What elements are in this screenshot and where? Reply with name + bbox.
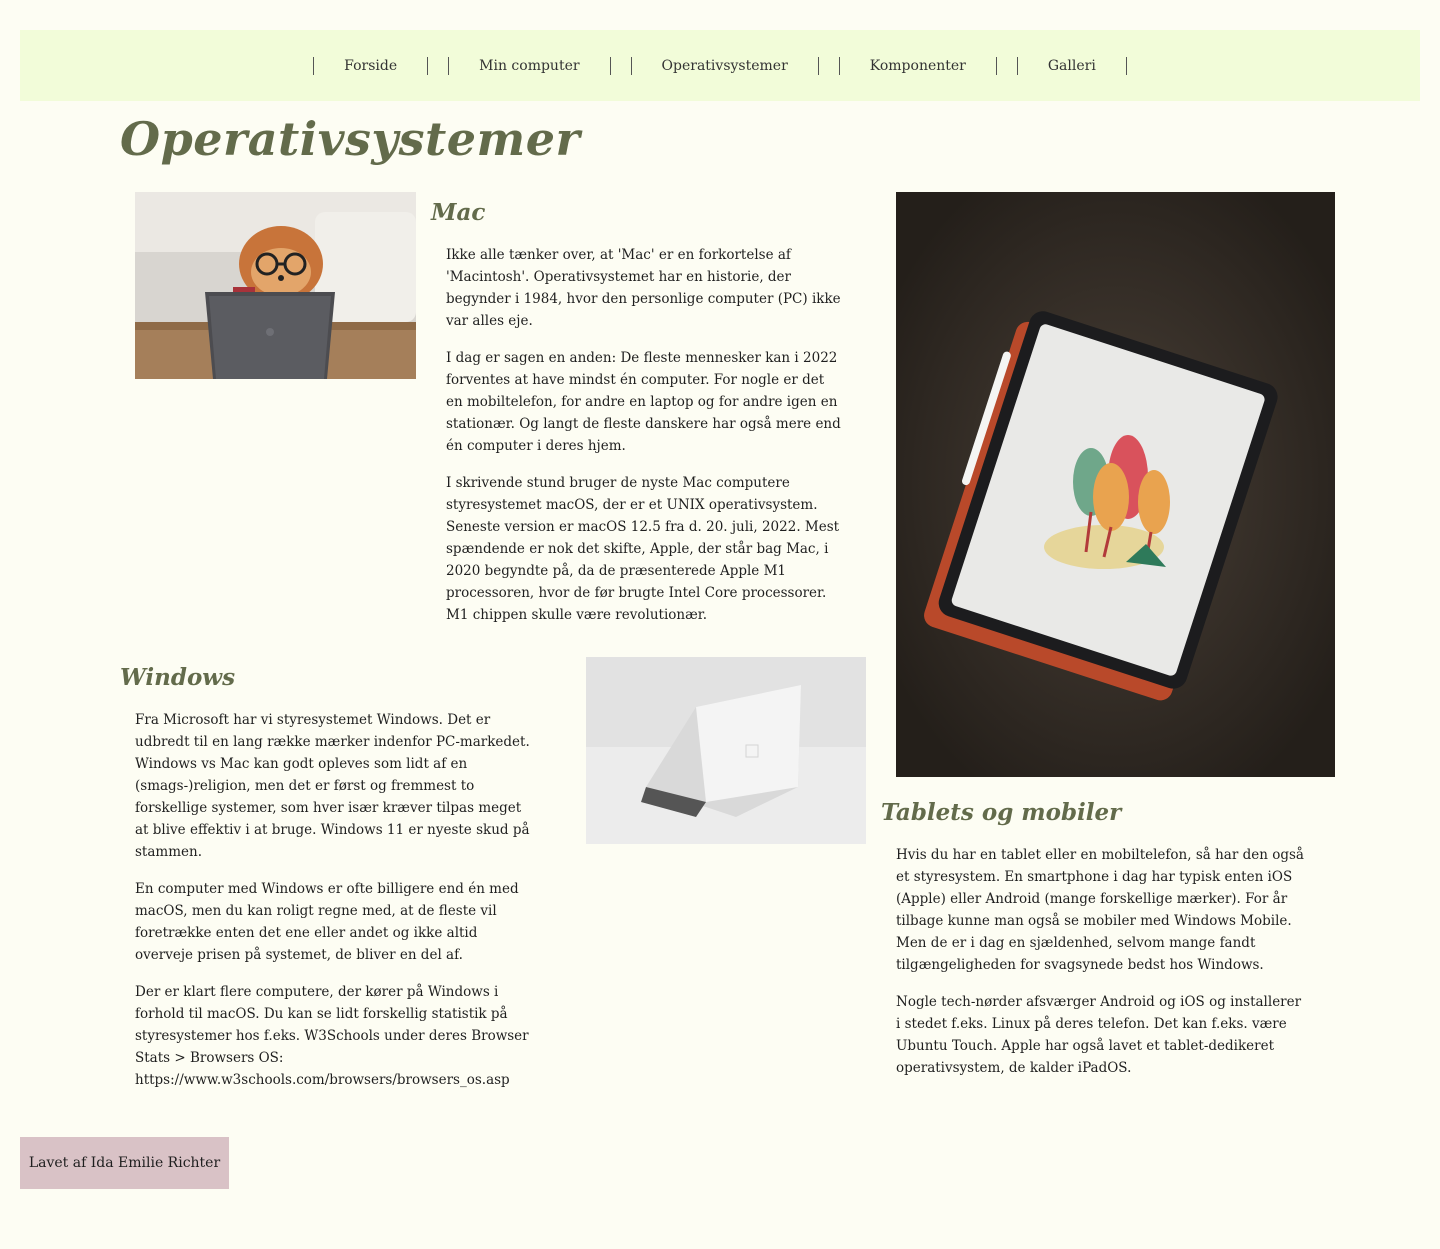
- windows-heading: Windows: [120, 664, 236, 691]
- mac-paragraph-2: I dag er sagen en anden: De fleste menne…: [446, 350, 841, 454]
- tablets-paragraph-1: Hvis du har en tablet eller en mobiltele…: [896, 847, 1304, 973]
- tablets-paragraph-2: Nogle tech-nørder afsværger Android og i…: [896, 994, 1302, 1076]
- tablets-heading: Tablets og mobiler: [881, 799, 1122, 826]
- nav-item-min-computer[interactable]: Min computer: [448, 56, 611, 75]
- windows-paragraph-1: Fra Microsoft har vi styresystemet Windo…: [135, 712, 530, 860]
- mac-heading: Mac: [431, 199, 486, 226]
- nav-item-label[interactable]: Operativsystemer: [632, 58, 818, 74]
- nav-separator: [817, 56, 819, 75]
- windows-laptop-image: [586, 657, 866, 844]
- nav-separator: [427, 56, 429, 75]
- nav-item-label[interactable]: Komponenter: [840, 58, 996, 74]
- nav-item-label[interactable]: Forside: [314, 58, 427, 74]
- tablet-image: [896, 192, 1335, 777]
- footer-credit: Lavet af Ida Emilie Richter: [20, 1137, 229, 1189]
- page-title: Operativsystemer: [120, 112, 581, 166]
- nav-item-galleri[interactable]: Galleri: [1016, 56, 1127, 75]
- footer-text: Lavet af Ida Emilie Richter: [28, 1155, 221, 1171]
- main-nav: Forside Min computer Operativsystemer Ko…: [20, 30, 1420, 101]
- mac-paragraph-3: I skrivende stund bruger de nyste Mac co…: [446, 475, 840, 623]
- windows-paragraph-2: En computer med Windows er ofte billiger…: [135, 881, 519, 963]
- nav-item-label[interactable]: Galleri: [1018, 58, 1126, 74]
- nav-separator: [995, 56, 997, 75]
- nav-item-komponenter[interactable]: Komponenter: [838, 56, 997, 75]
- nav-separator: [1125, 56, 1127, 75]
- mac-paragraph-1: Ikke alle tænker over, at 'Mac' er en fo…: [446, 247, 841, 329]
- mac-image: [135, 192, 416, 379]
- nav-item-operativsystemer[interactable]: Operativsystemer: [630, 56, 819, 75]
- windows-paragraph-3: Der er klart flere computere, der kører …: [135, 984, 529, 1088]
- nav-item-forside[interactable]: Forside: [313, 56, 429, 75]
- nav-separator: [609, 56, 611, 75]
- nav-item-label[interactable]: Min computer: [449, 58, 609, 74]
